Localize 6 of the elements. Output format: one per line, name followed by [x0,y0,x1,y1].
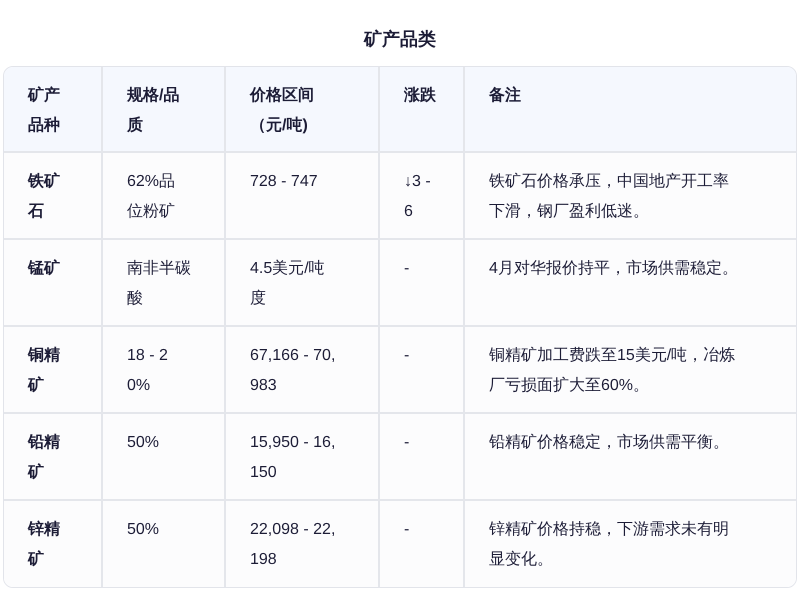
table-cell: 锌精矿价格持稳，下游需求未有明显变化。 [464,500,796,587]
table-cell: - [379,500,464,587]
table-cell: 22,098 - 22,198 [225,500,379,587]
mineral-name-cell: 锌精矿 [4,500,102,587]
table-cell: 50% [102,500,225,587]
table-title: 矿产品类 [362,28,437,51]
